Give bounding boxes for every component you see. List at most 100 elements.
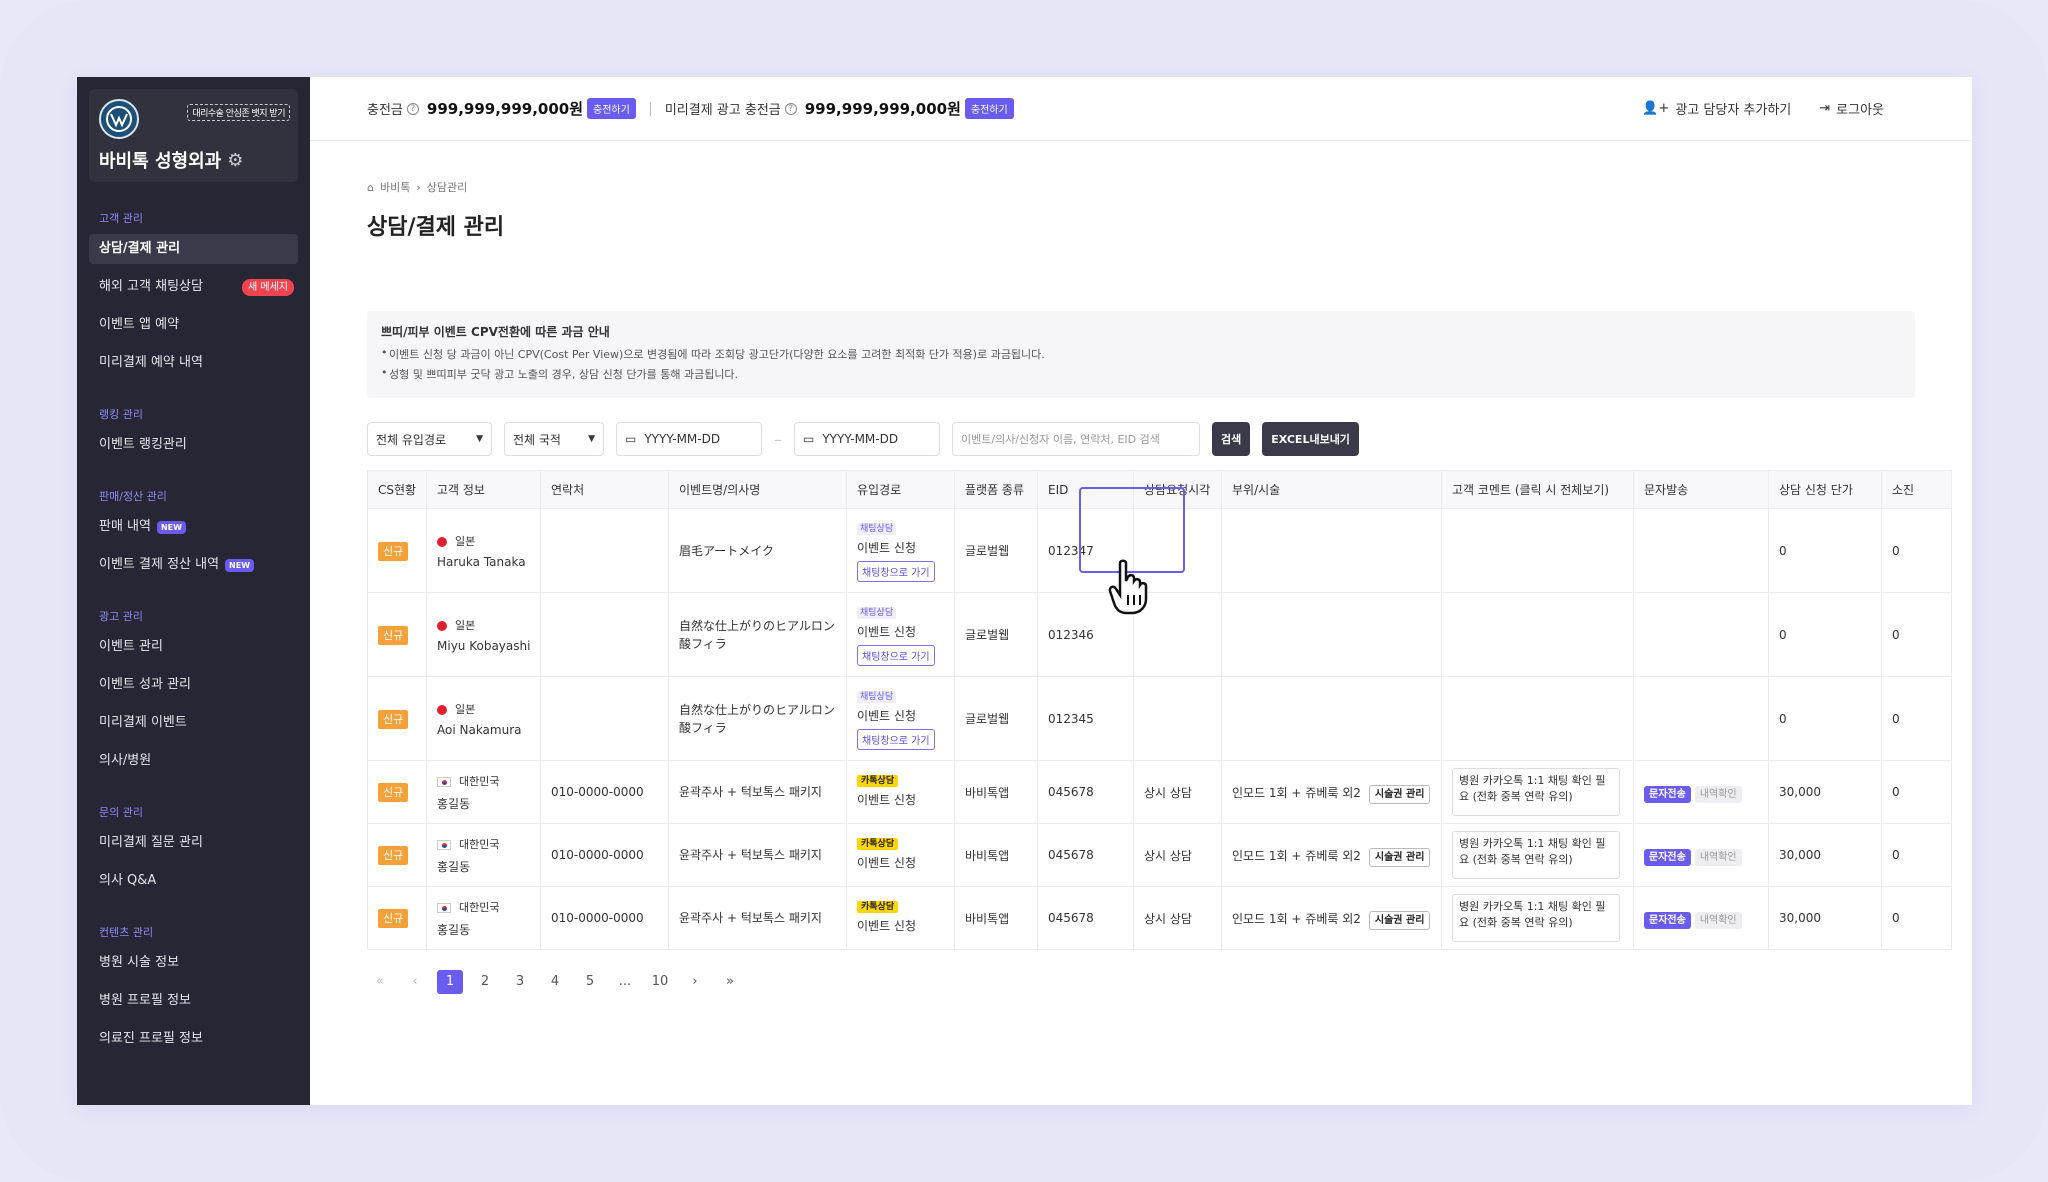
go-to-chat-button[interactable]: 채팅창으로 가기 [857, 560, 935, 582]
table-cell: 0 [1881, 886, 1952, 950]
sidebar-item[interactable]: 의사 Q&A [89, 866, 298, 896]
send-sms-button[interactable]: 문자전송 [1644, 785, 1691, 803]
source-tag-wrap: 채팅상담 [857, 604, 954, 619]
date-from-field[interactable]: ▭ YYYY-MM-DD [616, 422, 762, 456]
help-icon[interactable]: ? [784, 102, 797, 115]
table-row[interactable]: 신규 대한민국 홍길동 010-0000-0000 윤곽주사 + 턱보톡스 패키지 카톡상… [367, 760, 1952, 824]
history-button[interactable]: 내역확인 [1694, 785, 1742, 803]
page-number[interactable]: 4 [542, 970, 568, 994]
history-button[interactable]: 내역확인 [1694, 911, 1742, 929]
excel-export-button[interactable]: EXCEL내보내기 [1262, 422, 1359, 456]
sidebar-item[interactable]: 이벤트 앱 예약 [89, 310, 298, 340]
table-cell [1633, 508, 1769, 593]
last-page-icon[interactable]: » [717, 970, 743, 994]
add-manager-button[interactable]: 👤+ 광고 담당자 추가하기 [1642, 99, 1791, 118]
table-cell: 신규 [367, 592, 427, 677]
table-row[interactable]: 신규 대한민국 홍길동 010-0000-0000 윤곽주사 + 턱보톡스 패키지 카톡상… [367, 823, 1952, 887]
source-tag: 카톡상담 [857, 837, 899, 850]
page-number[interactable]: 2 [472, 970, 498, 994]
customer-comment[interactable]: 병원 카카오톡 1:1 채팅 확인 필요 (전화 중복 연락 유의) [1452, 894, 1620, 942]
sidebar-item[interactable]: 미리결제 예약 내역 [89, 348, 298, 378]
chevron-down-icon: ▼ [476, 434, 483, 444]
table-cell [1221, 676, 1442, 761]
go-to-chat-button[interactable]: 채팅창으로 가기 [857, 644, 935, 666]
customer-country: 대한민국 [437, 899, 540, 915]
table-cell: 일본 Miyu Kobayashi [426, 592, 541, 677]
page-number[interactable]: 10 [647, 970, 673, 994]
sidebar-item[interactable]: 병원 시술 정보 [89, 948, 298, 978]
table-cell: 010-0000-0000 [540, 886, 669, 950]
country-label: 대한민국 [459, 900, 500, 914]
page-number[interactable]: 5 [577, 970, 603, 994]
sidebar-item[interactable]: 미리결제 이벤트 [89, 708, 298, 738]
logout-button[interactable]: ⇥ 로그아웃 [1819, 99, 1884, 118]
send-sms-button[interactable]: 문자전송 [1644, 911, 1691, 929]
filter-bar: 전체 유입경로 ▼ 전체 국적 ▼ ▭ YYYY-MM-DD – ▭ YYYY-MM-D… [367, 422, 1972, 456]
search-input[interactable]: 이벤트/의사/신청자 이름, 연락처, EID 검색 [952, 422, 1200, 456]
calendar-icon: ▭ [625, 432, 637, 446]
sidebar-item[interactable]: 의료진 프로필 정보 [89, 1024, 298, 1054]
sidebar-section-title: 컨텐츠 관리 [99, 926, 154, 939]
platform-label: 글로벌웹 [965, 712, 1010, 726]
sidebar-section-title: 광고 관리 [99, 610, 143, 623]
prepay-charge-button[interactable]: 충전하기 [964, 98, 1014, 119]
sidebar-item[interactable]: 병원 프로필 정보 [89, 986, 298, 1016]
new-badge: NEW [156, 520, 186, 534]
event-name: 自然な仕上がりのヒアルロン酸フィラ [679, 618, 835, 651]
event-name: 윤곽주사 + 턱보톡스 패키지 [679, 785, 822, 799]
page-number[interactable]: 3 [507, 970, 533, 994]
home-icon[interactable]: ⌂ [367, 181, 374, 194]
history-button[interactable]: 내역확인 [1694, 848, 1742, 866]
breadcrumb-home[interactable]: 바비톡 [380, 179, 410, 195]
sidebar-item[interactable]: 이벤트 랭킹관리 [89, 430, 298, 460]
table-cell: 045678 [1037, 760, 1134, 824]
page-number[interactable]: ... [612, 970, 638, 994]
safety-badge-button[interactable]: 대리수술 안심존 뱃지 받기 [187, 104, 290, 121]
go-to-chat-button[interactable]: 채팅창으로 가기 [857, 728, 935, 750]
sidebar-item[interactable]: 미리결제 질문 관리 [89, 828, 298, 858]
date-to-field[interactable]: ▭ YYYY-MM-DD [794, 422, 940, 456]
source-tag: 채팅상담 [857, 522, 897, 535]
table-cell: 글로벌웹 [954, 508, 1038, 593]
next-page-icon[interactable]: › [682, 970, 708, 994]
sidebar-item[interactable]: 판매 내역 NEW [89, 512, 298, 542]
prev-page-icon[interactable]: ‹ [402, 970, 428, 994]
sidebar-item[interactable]: 이벤트 결제 정산 내역 NEW [89, 550, 298, 580]
clinic-name: 바비톡 성형외과 [99, 151, 222, 172]
customer-comment[interactable]: 병원 카카오톡 1:1 채팅 확인 필요 (전화 중복 연락 유의) [1452, 768, 1620, 816]
sidebar-item[interactable]: 이벤트 성과 관리 [89, 670, 298, 700]
send-sms-button[interactable]: 문자전송 [1644, 848, 1691, 866]
ticket-manage-button[interactable]: 시술권 관리 [1368, 784, 1431, 804]
status-badge: 신규 [378, 541, 409, 561]
sidebar-item-label: 병원 시술 정보 [99, 955, 180, 970]
page-number[interactable]: 1 [437, 970, 463, 994]
table-cell: 신규 [367, 676, 427, 761]
ticket-manage-button[interactable]: 시술권 관리 [1368, 910, 1431, 930]
column-header: 이벤트명/의사명 [668, 470, 847, 509]
table-cell: 30,000 [1768, 823, 1882, 887]
search-button[interactable]: 검색 [1212, 422, 1251, 456]
table-row[interactable]: 신규 대한민국 홍길동 010-0000-0000 윤곽주사 + 턱보톡스 패키지 카톡상… [367, 886, 1952, 950]
country-select[interactable]: 전체 국적 ▼ [504, 422, 604, 456]
source-tag: 채팅상담 [857, 606, 897, 619]
column-header: 부위/시술 [1221, 470, 1442, 509]
customer-comment[interactable]: 병원 카카오톡 1:1 채팅 확인 필요 (전화 중복 연락 유의) [1452, 831, 1620, 879]
source-tag: 채팅상담 [857, 690, 897, 703]
help-icon[interactable]: ? [406, 102, 419, 115]
sidebar-item[interactable]: 이벤트 관리 [89, 632, 298, 662]
table-row[interactable]: 신규 일본 Aoi Nakamura 自然な仕上がりのヒアルロン酸フィラ 채팅상담 이벤트… [367, 676, 1952, 761]
breadcrumb-current: 상담관리 [426, 181, 468, 194]
sidebar-item[interactable]: 상담/결제 관리 [89, 234, 298, 264]
channel-select[interactable]: 전체 유입경로 ▼ [367, 422, 492, 456]
table-row[interactable]: 신규 일본 Miyu Kobayashi 自然な仕上がりのヒアルロン酸フィラ 채팅상담 이… [367, 592, 1952, 677]
sidebar-item[interactable]: 해외 고객 채팅상담 새 메세지 [89, 272, 298, 302]
gear-icon[interactable]: ⚙ [227, 150, 243, 171]
country-select-value: 전체 국적 [513, 432, 561, 447]
sidebar-item-label: 미리결제 이벤트 [99, 715, 187, 730]
first-page-icon[interactable]: « [367, 970, 393, 994]
source-tag-wrap: 채팅상담 [857, 520, 954, 535]
sidebar-item[interactable]: 의사/병원 [89, 746, 298, 776]
sidebar-section-title: 랭킹 관리 [99, 408, 143, 421]
ticket-manage-button[interactable]: 시술권 관리 [1368, 847, 1431, 867]
charge-button[interactable]: 충전하기 [587, 98, 636, 119]
